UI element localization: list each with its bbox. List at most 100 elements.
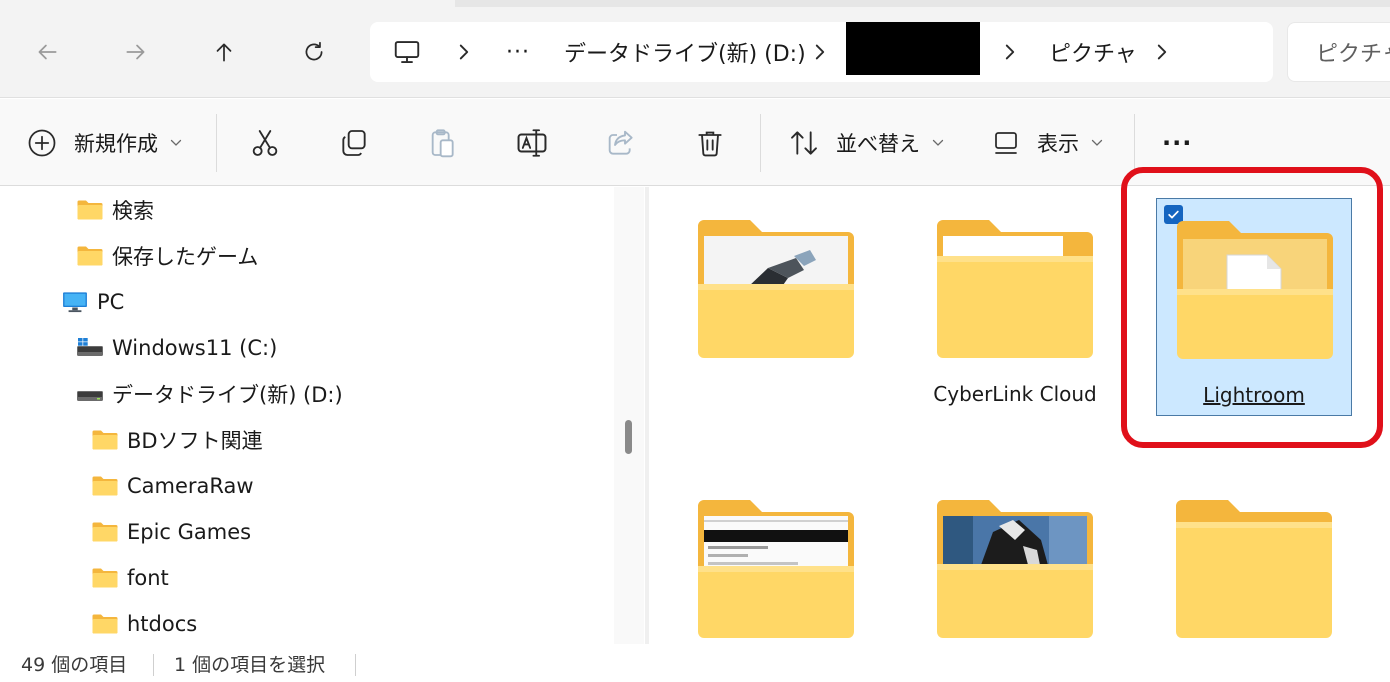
chevron-down-icon bbox=[932, 139, 944, 146]
share-button[interactable] bbox=[605, 99, 637, 186]
up-button[interactable] bbox=[202, 30, 246, 74]
folder-icon bbox=[77, 246, 103, 266]
rename-icon bbox=[517, 128, 547, 157]
plus-circle-icon bbox=[28, 129, 56, 156]
search-input[interactable]: ピクチャ bbox=[1287, 22, 1390, 82]
scissors-icon bbox=[252, 129, 278, 156]
monitor-icon bbox=[394, 41, 420, 63]
folder-tile[interactable] bbox=[678, 198, 874, 416]
nav-item-search[interactable]: 検索 bbox=[76, 190, 154, 230]
file-view: CyberLink Cloud Lightroom bbox=[649, 187, 1390, 644]
toolbar-divider bbox=[1134, 114, 1135, 172]
folder-tile-selected[interactable]: Lightroom bbox=[1156, 198, 1352, 416]
clipboard-icon bbox=[431, 128, 454, 157]
folder-tile[interactable] bbox=[1156, 478, 1352, 644]
chevron-right-icon bbox=[815, 44, 825, 60]
folder-icon bbox=[92, 522, 118, 542]
copy-icon bbox=[342, 129, 366, 156]
nav-item-folder[interactable]: htdocs bbox=[91, 604, 197, 644]
arrow-left-icon bbox=[38, 44, 57, 60]
new-button[interactable]: 新規作成 bbox=[27, 99, 182, 186]
folder-tile[interactable] bbox=[917, 478, 1113, 644]
sort-label: 並べ替え bbox=[836, 131, 920, 156]
toolbar-divider bbox=[216, 114, 217, 172]
breadcrumb-overflow[interactable]: ··· bbox=[506, 22, 530, 82]
address-bar[interactable]: ··· データドライブ(新) (D:) ピクチャ bbox=[370, 22, 1273, 82]
nav-item-drive-c[interactable]: Windows11 (C:) bbox=[76, 328, 277, 368]
nav-item-pc[interactable]: PC bbox=[61, 282, 124, 322]
breadcrumb-separator[interactable] bbox=[1000, 22, 1020, 82]
cut-button[interactable] bbox=[249, 99, 281, 186]
nav-scrollbar[interactable] bbox=[614, 187, 644, 644]
arrow-right-icon bbox=[126, 44, 145, 60]
chevron-right-icon bbox=[459, 44, 469, 60]
folder-icon bbox=[92, 568, 118, 588]
folder-icon bbox=[92, 476, 118, 496]
folder-icon bbox=[698, 220, 854, 358]
nav-item-drive-d[interactable]: データドライブ(新) (D:) bbox=[76, 374, 343, 414]
sort-icon bbox=[791, 130, 817, 155]
redacted-breadcrumb bbox=[846, 22, 980, 75]
folder-icon bbox=[937, 500, 1093, 638]
chevron-right-icon bbox=[1005, 44, 1015, 60]
sort-button[interactable]: 並べ替え bbox=[788, 99, 944, 186]
nav-item-folder[interactable]: Epic Games bbox=[91, 512, 251, 552]
folder-icon bbox=[1176, 500, 1332, 638]
view-icon bbox=[995, 131, 1017, 154]
chevron-down-icon bbox=[170, 139, 182, 146]
paste-button[interactable] bbox=[426, 99, 458, 186]
folder-icon bbox=[1177, 221, 1333, 359]
folder-icon bbox=[77, 200, 103, 220]
folder-name: Lightroom bbox=[1203, 383, 1305, 407]
chevron-down-icon bbox=[1091, 139, 1103, 146]
windows-drive-icon bbox=[77, 338, 103, 356]
refresh-icon bbox=[305, 41, 323, 61]
view-label: 表示 bbox=[1037, 131, 1079, 156]
folder-icon bbox=[92, 614, 118, 634]
view-button[interactable]: 表示 bbox=[991, 99, 1103, 186]
back-button[interactable] bbox=[25, 30, 69, 74]
folder-icon bbox=[92, 430, 118, 450]
share-icon bbox=[608, 130, 633, 155]
breadcrumb-separator[interactable] bbox=[454, 22, 474, 82]
nav-item-label: 保存したゲーム bbox=[112, 245, 259, 269]
folder-tile[interactable] bbox=[678, 478, 874, 644]
nav-item-folder[interactable]: font bbox=[91, 558, 169, 598]
status-divider bbox=[355, 654, 356, 676]
folder-name: CyberLink Cloud bbox=[933, 382, 1097, 406]
nav-item-label: font bbox=[127, 566, 169, 590]
window-top-strip bbox=[455, 0, 1390, 7]
selected-count: 1 個の項目を選択 bbox=[174, 653, 326, 676]
copy-button[interactable] bbox=[338, 99, 370, 186]
nav-item-label: データドライブ(新) (D:) bbox=[112, 383, 343, 407]
refresh-button[interactable] bbox=[292, 30, 336, 74]
status-divider bbox=[153, 654, 154, 676]
breadcrumb-separator[interactable] bbox=[1152, 22, 1172, 82]
status-bar: 49 個の項目 1 個の項目を選択 bbox=[0, 644, 1390, 682]
delete-button[interactable] bbox=[694, 99, 726, 186]
command-bar: 新規作成 並べ替え 表示 ··· bbox=[0, 99, 1390, 186]
breadcrumb-separator[interactable] bbox=[810, 22, 830, 82]
forward-button[interactable] bbox=[114, 30, 158, 74]
folder-icon bbox=[698, 500, 854, 638]
this-pc-crumb[interactable] bbox=[392, 22, 422, 82]
breadcrumb-pictures[interactable]: ピクチャ bbox=[1049, 22, 1137, 82]
nav-item-label: htdocs bbox=[127, 612, 198, 636]
drive-icon bbox=[77, 391, 103, 401]
nav-item-label: PC bbox=[97, 290, 125, 314]
nav-item-label: Windows11 (C:) bbox=[112, 336, 278, 360]
rename-button[interactable] bbox=[515, 99, 549, 186]
nav-scroll-thumb[interactable] bbox=[625, 420, 632, 454]
pc-icon bbox=[63, 292, 87, 313]
more-options-button[interactable]: ··· bbox=[1162, 99, 1192, 186]
folder-tile[interactable]: CyberLink Cloud bbox=[917, 198, 1113, 416]
nav-item-saved-games[interactable]: 保存したゲーム bbox=[76, 236, 258, 276]
arrow-up-icon bbox=[216, 43, 232, 62]
breadcrumb-drive-d[interactable]: データドライブ(新) (D:) bbox=[564, 22, 806, 82]
nav-item-folder[interactable]: BDソフト関連 bbox=[91, 420, 263, 460]
navigation-pane: 検索 保存したゲーム PC Windows11 (C:) データドライブ(新) … bbox=[0, 187, 645, 644]
new-label: 新規作成 bbox=[74, 131, 158, 156]
nav-item-folder[interactable]: CameraRaw bbox=[91, 466, 254, 506]
folder-icon bbox=[937, 220, 1093, 358]
toolbar-divider bbox=[760, 114, 761, 172]
